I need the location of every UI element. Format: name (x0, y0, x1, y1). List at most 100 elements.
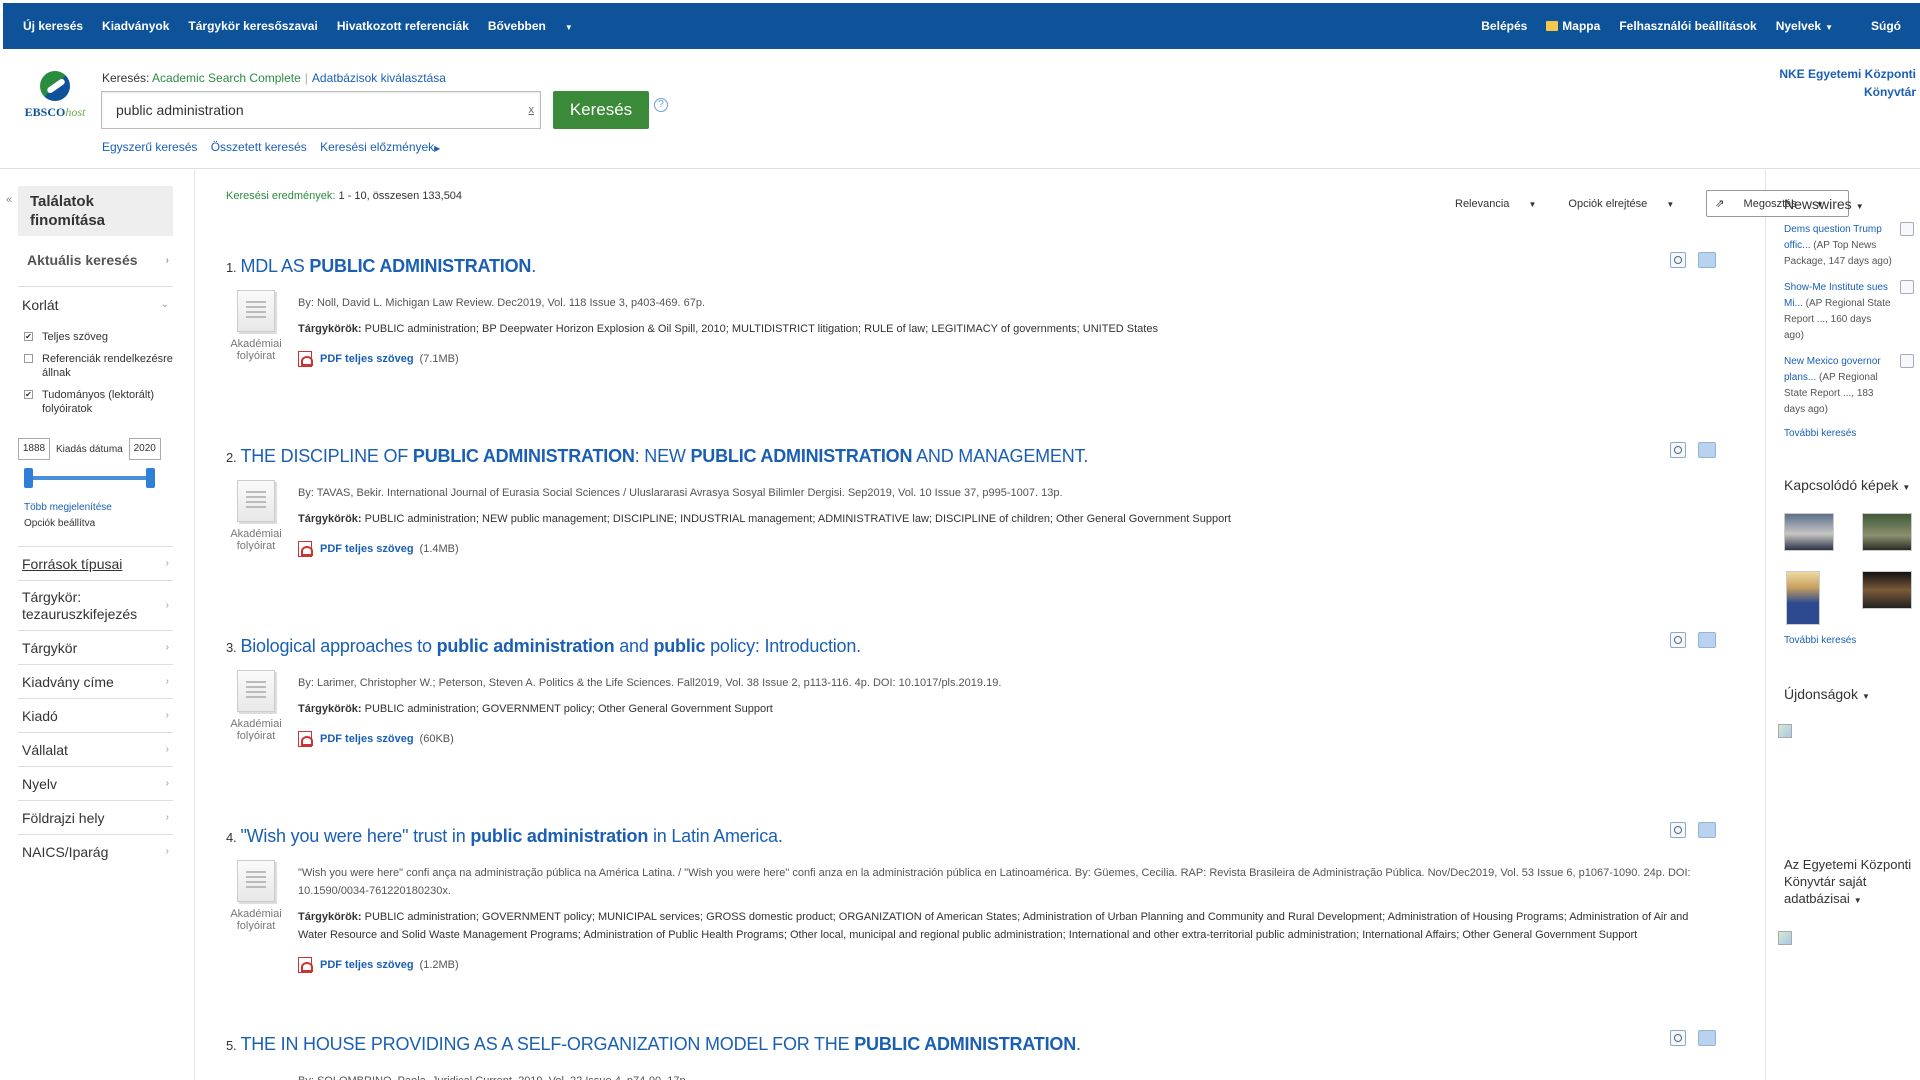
add-to-folder-icon[interactable] (1698, 632, 1716, 648)
chevron-right-icon: › (165, 710, 169, 721)
preview-icon[interactable] (1900, 222, 1914, 236)
result-title-part: PUBLIC ADMINISTRATION (854, 1034, 1077, 1054)
result-item: 3. Biological approaches to public admini… (226, 632, 1736, 747)
result-title-part: public administration (470, 826, 649, 846)
related-images-label: Kapcsolódó képek (1784, 477, 1899, 493)
current-search-toggle[interactable]: Aktuális keresés › (18, 242, 173, 278)
sort-relevance-dropdown[interactable]: Relevancia ▼ (1455, 198, 1552, 210)
check-peer-reviewed[interactable]: ✔ Tudományos (lektorált) folyóiratok (18, 388, 173, 416)
nav-subject-terms[interactable]: Tárgykör keresőszavai (188, 19, 317, 33)
nav-folder[interactable]: Mappa (1546, 19, 1600, 33)
preview-icon[interactable] (1670, 442, 1686, 458)
add-to-folder-icon[interactable] (1698, 1030, 1716, 1046)
result-title-link[interactable]: 5. THE IN HOUSE PROVIDING AS A SELF-ORGAN… (226, 1034, 1736, 1055)
pdf-full-text-link[interactable]: PDF teljes szöveg (320, 350, 414, 368)
facet-geography[interactable]: Földrajzi hely › (18, 800, 173, 834)
facet-company[interactable]: Vállalat › (18, 732, 173, 766)
collapse-sidebar-icon[interactable]: « (6, 194, 12, 206)
date-from-input[interactable]: 1888 (18, 438, 50, 460)
date-to-input[interactable]: 2020 (128, 438, 161, 460)
date-slider-left-handle[interactable] (24, 468, 33, 488)
date-slider-right-handle[interactable] (146, 468, 155, 488)
related-images-header[interactable]: Kapcsolódó képek ▼ (1784, 477, 1914, 493)
nav-languages[interactable]: Nyelvek ▼ (1776, 19, 1852, 33)
facet-subject[interactable]: Tárgykör › (18, 630, 173, 664)
facet-source-types[interactable]: Források típusai › (18, 546, 173, 580)
preview-icon[interactable] (1670, 1030, 1686, 1046)
nav-help[interactable]: Súgó (1871, 19, 1901, 33)
pdf-full-text-link[interactable]: PDF teljes szöveg (320, 956, 414, 974)
result-title-part: . (531, 256, 537, 276)
related-image[interactable] (1784, 513, 1834, 551)
caret-down-icon: ▼ (1861, 692, 1870, 701)
subjects-label: Tárgykörök: (298, 703, 362, 715)
checkbox-icon[interactable] (24, 354, 33, 363)
checkbox-checked-icon[interactable]: ✔ (24, 390, 33, 399)
nav-preferences[interactable]: Felhasználói beállítások (1619, 19, 1756, 33)
facet-language[interactable]: Nyelv › (18, 766, 173, 800)
subjects-label: Tárgykörök: (298, 513, 362, 525)
broken-image-icon (1778, 724, 1792, 738)
check-references[interactable]: Referenciák rendelkezésre állnak (18, 352, 173, 380)
search-history-link[interactable]: Keresési előzmények▶ (320, 140, 440, 154)
ebsco-logo[interactable]: EBSCOhost (20, 71, 90, 120)
subjects-text: PUBLIC administration; GOVERNMENT policy… (364, 703, 773, 715)
nav-sign-in[interactable]: Belépés (1481, 19, 1527, 33)
facet-thesaurus-term[interactable]: Tárgykör: tezauruszkifejezés › (18, 580, 173, 630)
pdf-full-text-link[interactable]: PDF teljes szöveg (320, 730, 414, 748)
nav-publications[interactable]: Kiadványok (102, 19, 169, 33)
choose-databases-link[interactable]: Adatbázisok kiválasztása (312, 71, 446, 85)
help-icon[interactable]: ? (654, 98, 668, 112)
subjects-label: Tárgykörök: (298, 323, 362, 335)
pdf-full-text-link[interactable]: PDF teljes szöveg (320, 540, 414, 558)
nav-new-search[interactable]: Új keresés (23, 19, 83, 33)
limit-to-toggle[interactable]: Korlát ⌄ (18, 286, 173, 322)
nav-cited-references[interactable]: Hivatkozott referenciák (337, 19, 469, 33)
clear-search-icon[interactable]: x (529, 104, 535, 116)
chevron-right-icon: › (165, 846, 169, 857)
search-input[interactable] (102, 92, 502, 128)
facet-publisher[interactable]: Kiadó › (18, 698, 173, 732)
add-to-folder-icon[interactable] (1698, 442, 1716, 458)
preview-icon[interactable] (1900, 354, 1914, 368)
search-database-line: Keresés: Academic Search Complete | Adatbá… (102, 71, 446, 85)
show-more-link[interactable]: Több megjelenítése (24, 502, 112, 513)
add-to-folder-icon[interactable] (1698, 822, 1716, 838)
document-type: Akadémiai folyóirat (228, 860, 284, 932)
library-databases-header[interactable]: Az Egyetemi Központi Könyvtár saját adat… (1784, 856, 1914, 909)
result-title-link[interactable]: 4. "Wish you were here" trust in public a… (226, 826, 1736, 847)
subjects-text: PUBLIC administration; NEW public manage… (364, 513, 1231, 525)
preview-icon[interactable] (1670, 822, 1686, 838)
facet-publication[interactable]: Kiadvány címe › (18, 664, 173, 698)
pdf-icon[interactable] (298, 351, 313, 367)
basic-search-link[interactable]: Egyszerű keresés (102, 140, 197, 154)
news-header[interactable]: Újdonságok ▼ (1784, 686, 1914, 702)
result-item: 1. MDL AS PUBLIC ADMINISTRATION. Akadémiai… (226, 252, 1736, 367)
nav-more[interactable]: Bővebben ▼ (488, 19, 573, 33)
advanced-search-link[interactable]: Összetett keresés (211, 140, 307, 154)
newswires-header[interactable]: Newswires ▼ (1784, 196, 1914, 212)
pdf-icon[interactable] (298, 541, 313, 557)
pdf-icon[interactable] (298, 957, 313, 973)
search-button[interactable]: Keresés (553, 91, 649, 129)
preview-icon[interactable] (1670, 252, 1686, 268)
add-to-folder-icon[interactable] (1698, 252, 1716, 268)
related-image[interactable] (1786, 571, 1820, 625)
page-options-dropdown[interactable]: Opciók elrejtése ▼ (1568, 198, 1690, 210)
pdf-icon[interactable] (298, 731, 313, 747)
more-newswires-link[interactable]: További keresés (1784, 428, 1914, 439)
page-options-label: Opciók elrejtése (1568, 197, 1648, 210)
result-title-link[interactable]: 3. Biological approaches to public admini… (226, 636, 1736, 657)
preview-icon[interactable] (1670, 632, 1686, 648)
related-image[interactable] (1862, 513, 1912, 551)
related-image[interactable] (1862, 571, 1912, 609)
result-title-link[interactable]: 2. THE DISCIPLINE OF PUBLIC ADMINISTRATIO… (226, 446, 1736, 467)
check-full-text[interactable]: ✔ Teljes szöveg (18, 330, 173, 344)
result-title-link[interactable]: 1. MDL AS PUBLIC ADMINISTRATION. (226, 256, 1736, 277)
preview-icon[interactable] (1900, 280, 1914, 294)
facet-naics[interactable]: NAICS/Iparág › (18, 834, 173, 868)
more-images-link[interactable]: További keresés (1784, 635, 1914, 646)
library-name[interactable]: NKE Egyetemi Központi Könyvtár (1766, 65, 1916, 101)
result-title-part: and (614, 636, 654, 656)
checkbox-checked-icon[interactable]: ✔ (24, 332, 33, 341)
